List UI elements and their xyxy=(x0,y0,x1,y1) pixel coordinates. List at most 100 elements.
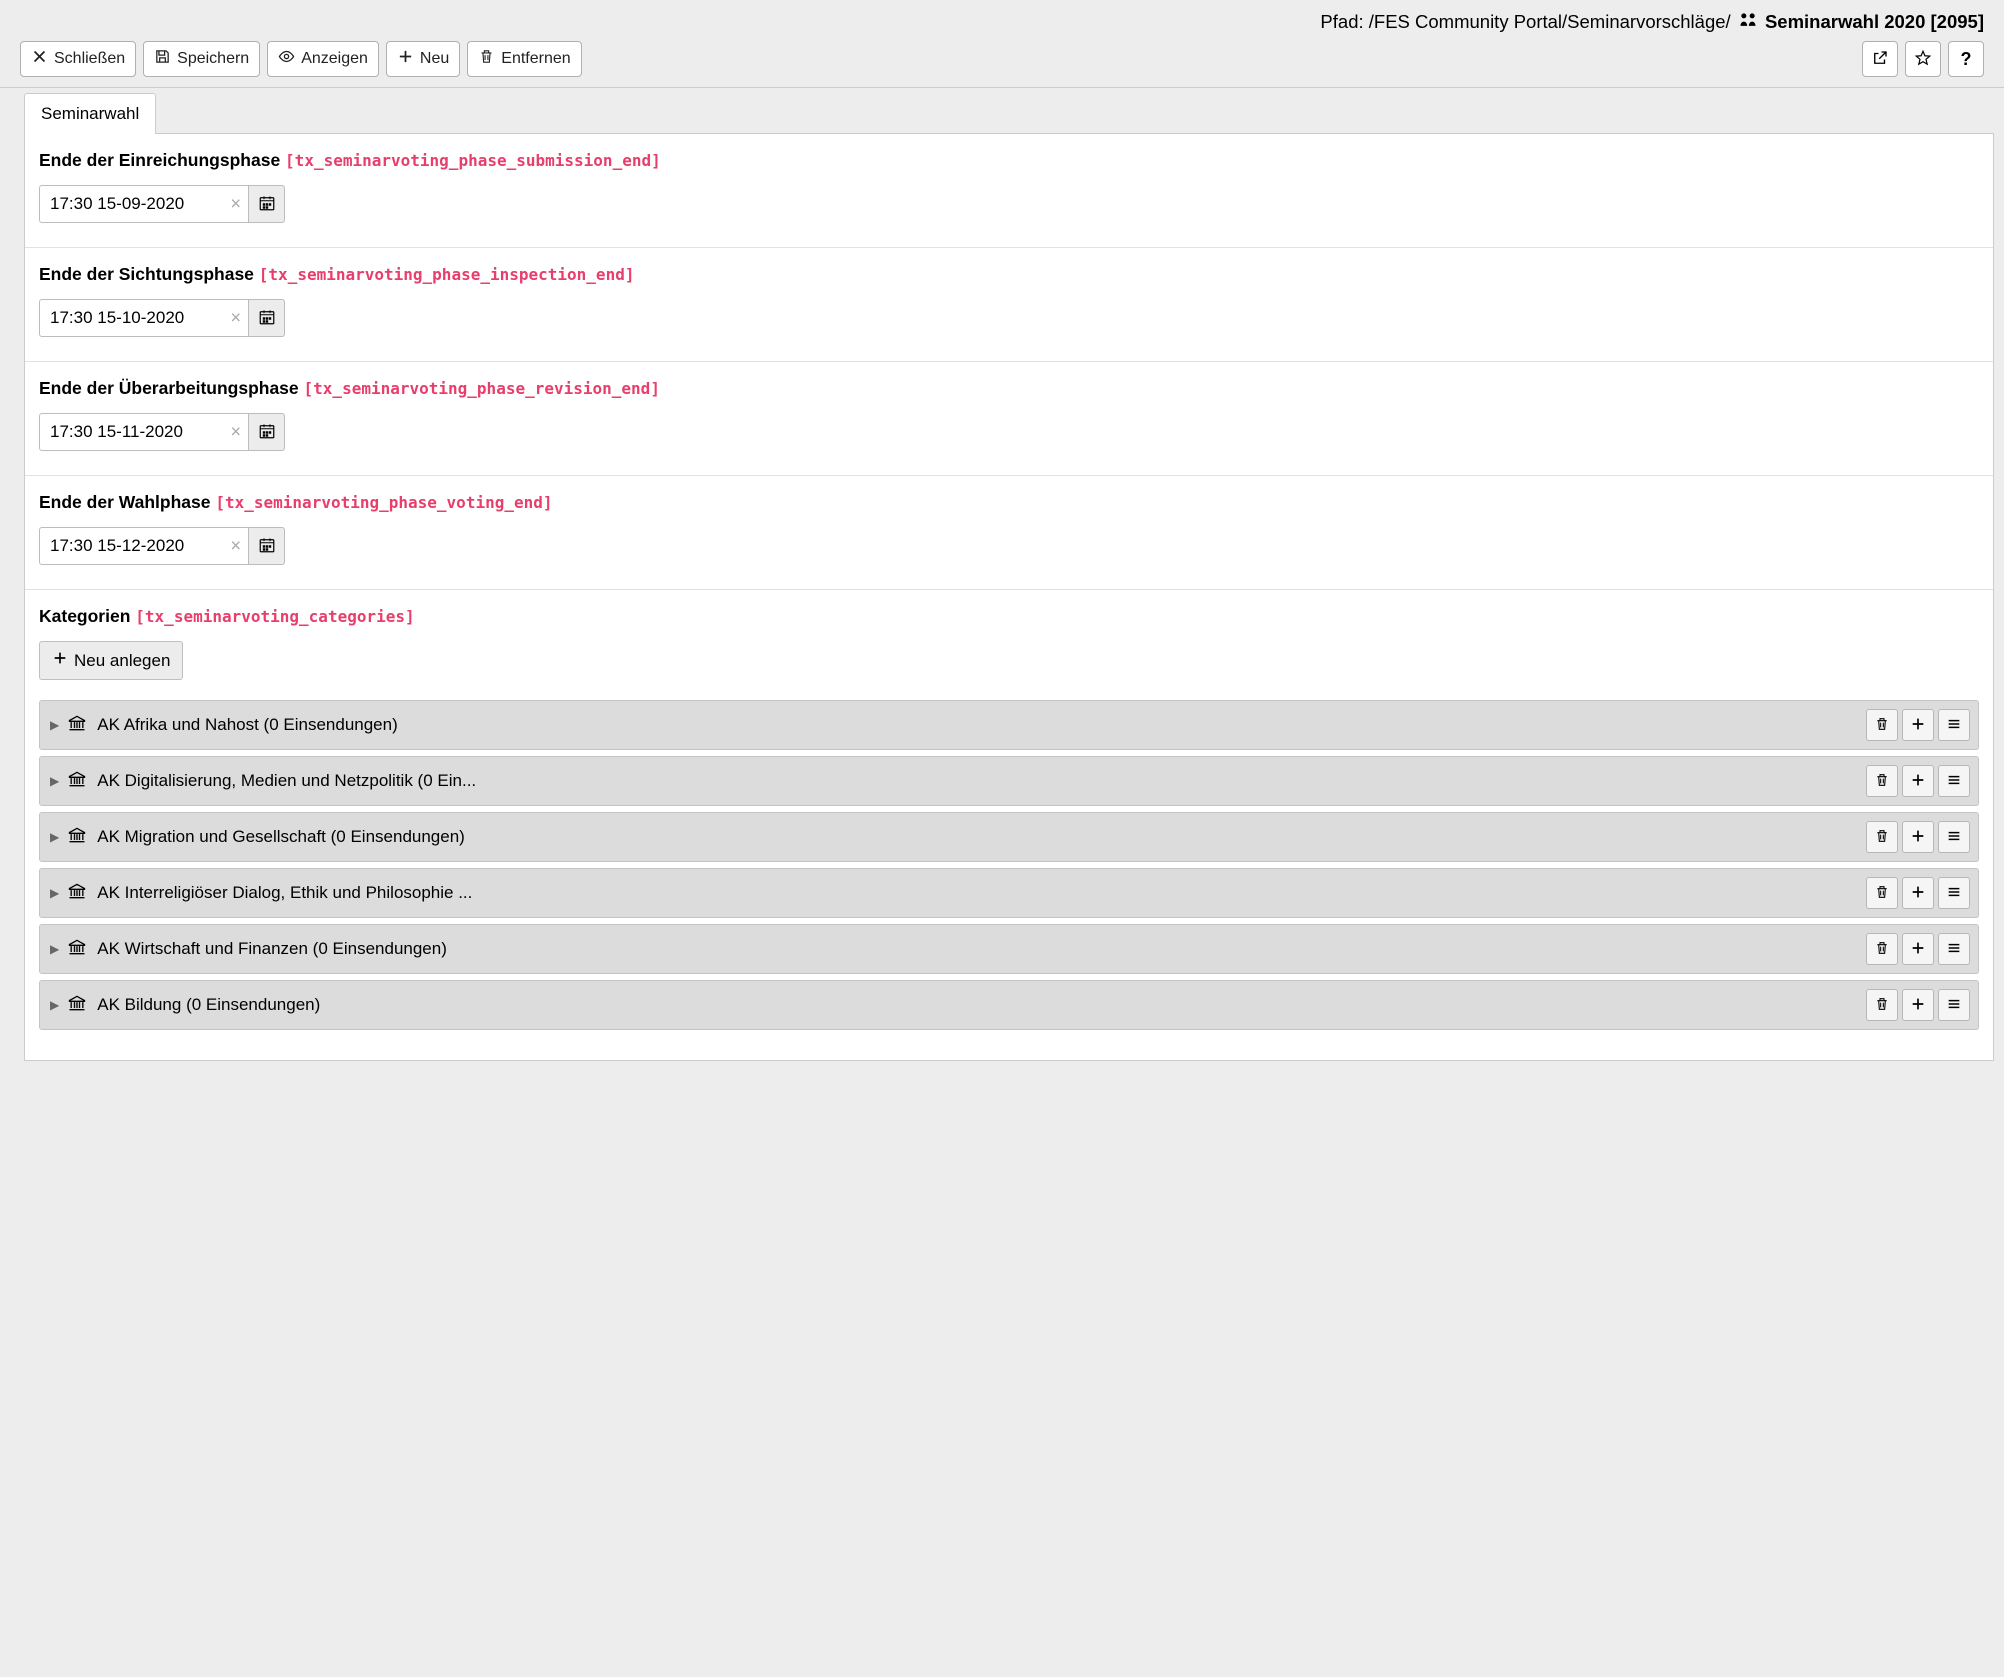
date-field-section: Ende der Einreichungsphase [tx_seminarvo… xyxy=(25,134,1993,248)
category-item[interactable]: ▶ AK Migration und Gesellschaft (0 Einse… xyxy=(39,812,1979,862)
save-label: Speichern xyxy=(177,50,249,68)
bank-icon xyxy=(67,937,87,962)
category-delete-button[interactable] xyxy=(1866,877,1898,909)
date-input[interactable] xyxy=(39,413,249,451)
categories-section: Kategorien [tx_seminarvoting_categories]… xyxy=(25,590,1993,1060)
toolbar: Schließen Speichern Anzeigen Neu Entfern… xyxy=(0,41,2004,88)
expand-caret-icon[interactable]: ▶ xyxy=(50,942,59,956)
view-label: Anzeigen xyxy=(301,50,368,68)
tab-strip: Seminarwahl xyxy=(24,92,1994,133)
plus-icon xyxy=(397,48,414,70)
category-drag-handle[interactable] xyxy=(1938,933,1970,965)
clear-input-button[interactable]: × xyxy=(230,422,241,443)
date-input[interactable] xyxy=(39,185,249,223)
category-title: AK Migration und Gesellschaft (0 Einsend… xyxy=(95,827,1858,847)
clear-input-button[interactable]: × xyxy=(230,308,241,329)
trash-icon xyxy=(1874,716,1890,735)
new-label: Neu xyxy=(420,50,449,68)
close-icon xyxy=(31,48,48,70)
field-label: Ende der Überarbeitungsphase xyxy=(39,378,299,398)
delete-button[interactable]: Entfernen xyxy=(467,41,581,77)
category-add-button[interactable] xyxy=(1902,989,1934,1021)
form-panel: Ende der Einreichungsphase [tx_seminarvo… xyxy=(24,133,1994,1061)
calendar-icon xyxy=(258,536,276,557)
category-drag-handle[interactable] xyxy=(1938,765,1970,797)
delete-label: Entfernen xyxy=(501,50,570,68)
hamburger-icon xyxy=(1946,884,1962,903)
view-button[interactable]: Anzeigen xyxy=(267,41,379,77)
hamburger-icon xyxy=(1946,828,1962,847)
category-drag-handle[interactable] xyxy=(1938,709,1970,741)
expand-caret-icon[interactable]: ▶ xyxy=(50,830,59,844)
date-input[interactable] xyxy=(39,299,249,337)
bank-icon xyxy=(67,993,87,1018)
datepicker-button[interactable] xyxy=(249,185,285,223)
expand-caret-icon[interactable]: ▶ xyxy=(50,998,59,1012)
category-item[interactable]: ▶ AK Bildung (0 Einsendungen) xyxy=(39,980,1979,1030)
calendar-icon xyxy=(258,422,276,443)
category-delete-button[interactable] xyxy=(1866,933,1898,965)
expand-caret-icon[interactable]: ▶ xyxy=(50,886,59,900)
field-label: Ende der Einreichungsphase xyxy=(39,150,280,170)
new-button[interactable]: Neu xyxy=(386,41,460,77)
plus-icon xyxy=(1910,940,1926,959)
trash-icon xyxy=(1874,996,1890,1015)
page-title: Seminarwahl 2020 [2095] xyxy=(1765,11,1984,32)
datepicker-button[interactable] xyxy=(249,527,285,565)
datepicker-button[interactable] xyxy=(249,299,285,337)
tab-label: Seminarwahl xyxy=(41,104,139,123)
category-add-button[interactable] xyxy=(1902,877,1934,909)
add-category-button[interactable]: Neu anlegen xyxy=(39,641,183,680)
trash-icon xyxy=(1874,828,1890,847)
clear-input-button[interactable]: × xyxy=(230,536,241,557)
plus-icon xyxy=(1910,884,1926,903)
bookmark-button[interactable] xyxy=(1905,41,1941,77)
category-add-button[interactable] xyxy=(1902,765,1934,797)
expand-caret-icon[interactable]: ▶ xyxy=(50,718,59,732)
category-drag-handle[interactable] xyxy=(1938,877,1970,909)
trash-icon xyxy=(1874,884,1890,903)
category-item[interactable]: ▶ AK Digitalisierung, Medien und Netzpol… xyxy=(39,756,1979,806)
date-input[interactable] xyxy=(39,527,249,565)
save-button[interactable]: Speichern xyxy=(143,41,260,77)
category-add-button[interactable] xyxy=(1902,709,1934,741)
open-external-button[interactable] xyxy=(1862,41,1898,77)
field-label: Ende der Sichtungsphase xyxy=(39,264,254,284)
help-label: ? xyxy=(1961,49,1972,70)
category-add-button[interactable] xyxy=(1902,933,1934,965)
datepicker-button[interactable] xyxy=(249,413,285,451)
plus-icon xyxy=(1910,996,1926,1015)
close-button[interactable]: Schließen xyxy=(20,41,136,77)
external-link-icon xyxy=(1871,49,1889,70)
category-delete-button[interactable] xyxy=(1866,765,1898,797)
category-add-button[interactable] xyxy=(1902,821,1934,853)
eye-icon xyxy=(278,48,295,70)
category-item[interactable]: ▶ AK Afrika und Nahost (0 Einsendungen) xyxy=(39,700,1979,750)
date-field-section: Ende der Wahlphase [tx_seminarvoting_pha… xyxy=(25,476,1993,590)
hamburger-icon xyxy=(1946,716,1962,735)
category-item[interactable]: ▶ AK Interreligiöser Dialog, Ethik und P… xyxy=(39,868,1979,918)
category-drag-handle[interactable] xyxy=(1938,821,1970,853)
categories-tech-key: [tx_seminarvoting_categories] xyxy=(135,607,414,626)
plus-icon xyxy=(1910,828,1926,847)
calendar-icon xyxy=(258,194,276,215)
category-delete-button[interactable] xyxy=(1866,709,1898,741)
date-field-section: Ende der Sichtungsphase [tx_seminarvotin… xyxy=(25,248,1993,362)
category-delete-button[interactable] xyxy=(1866,989,1898,1021)
tab-seminarwahl[interactable]: Seminarwahl xyxy=(24,93,156,134)
help-button[interactable]: ? xyxy=(1948,41,1984,77)
category-title: AK Digitalisierung, Medien und Netzpolit… xyxy=(95,771,1858,791)
clear-input-button[interactable]: × xyxy=(230,194,241,215)
category-delete-button[interactable] xyxy=(1866,821,1898,853)
star-icon xyxy=(1914,49,1932,70)
close-label: Schließen xyxy=(54,50,125,68)
plus-icon xyxy=(1910,716,1926,735)
calendar-icon xyxy=(258,308,276,329)
expand-caret-icon[interactable]: ▶ xyxy=(50,774,59,788)
hamburger-icon xyxy=(1946,996,1962,1015)
category-drag-handle[interactable] xyxy=(1938,989,1970,1021)
category-title: AK Afrika und Nahost (0 Einsendungen) xyxy=(95,715,1858,735)
field-tech-key: [tx_seminarvoting_phase_inspection_end] xyxy=(259,265,635,284)
breadcrumb: Pfad: /FES Community Portal/Seminarvorsc… xyxy=(0,0,2004,41)
category-item[interactable]: ▶ AK Wirtschaft und Finanzen (0 Einsendu… xyxy=(39,924,1979,974)
